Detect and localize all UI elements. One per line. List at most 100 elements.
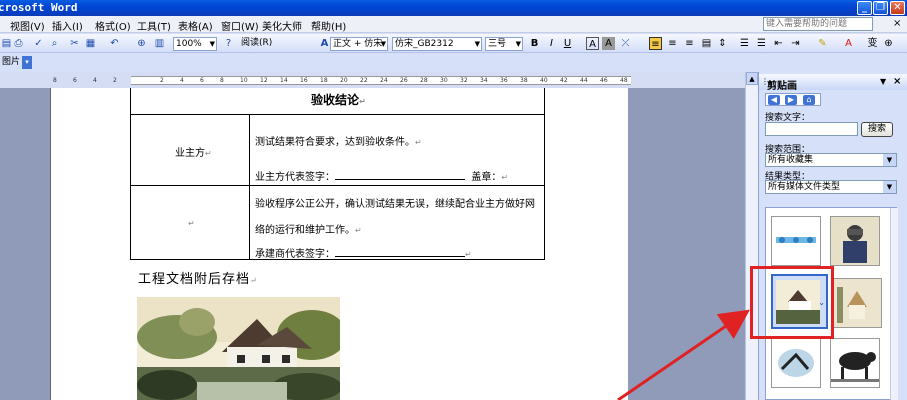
help-icon[interactable]: ? — [222, 37, 235, 50]
undo-icon[interactable]: ↶ — [108, 37, 121, 50]
clip-thumbnail[interactable] — [832, 278, 882, 328]
numbering-icon[interactable]: ☰ — [738, 37, 751, 50]
ruler-tick-label: 40 — [540, 77, 548, 84]
insert-hyperlink-icon[interactable]: ⊕ — [135, 37, 148, 50]
ruler-tick-label: 38 — [520, 77, 528, 84]
chevron-down-icon[interactable]: ▼ — [883, 154, 896, 166]
line-spacing-icon[interactable]: ⇕ — [716, 37, 729, 50]
tables-icon[interactable]: ▥ — [153, 37, 166, 50]
clip-thumbnail[interactable] — [771, 216, 821, 266]
table-title-text: 验收结论 — [311, 93, 360, 107]
ruler-tick-label: 8 — [220, 77, 224, 84]
row1-sign-label: 业主方代表签字： — [255, 172, 335, 183]
result-type-select[interactable]: 所有媒体文件类型 ▼ — [765, 180, 897, 194]
toolbar-options-icon[interactable]: ▾ — [22, 56, 32, 69]
menu-view[interactable]: 视图(V) — [10, 18, 45, 33]
row2-line2-text: 络的运行和维护工作。 — [255, 225, 355, 236]
menu-help[interactable]: 帮助(H) — [311, 18, 346, 33]
menu-table[interactable]: 表格(A) — [178, 18, 213, 33]
row2-line1-text: 验收程序公正公开，确认测试结果无误，继续配合业主方做好网 — [255, 199, 535, 210]
italic-button[interactable]: I — [545, 37, 558, 50]
justify-button[interactable]: ≡ — [649, 37, 662, 50]
cut-icon[interactable]: ✂ — [68, 37, 81, 50]
paragraph-mark: ↵ — [205, 149, 212, 158]
home-icon[interactable]: ⌂ — [803, 95, 815, 105]
font-size-select[interactable]: 三号 ▼ — [485, 37, 523, 51]
research-icon[interactable]: ⌕ — [48, 37, 61, 50]
spelling-icon[interactable]: ✓ — [32, 37, 45, 50]
picture-toolbar-label: 图片 — [2, 57, 21, 67]
align-center-icon[interactable]: ≡ — [666, 37, 679, 50]
print-preview-icon[interactable]: ⎙ — [12, 37, 25, 50]
menu-format[interactable]: 格式(O) — [95, 18, 131, 33]
task-pane-header: ⋮ 剪贴画 ▼ × — [759, 74, 907, 92]
style-select[interactable]: 正文 + 仿宋 ▼ — [330, 37, 388, 51]
char-border-button[interactable]: A — [586, 37, 599, 50]
ruler-tick-label: 48 — [620, 77, 628, 84]
back-icon[interactable]: ◀ — [768, 95, 780, 105]
bold-button[interactable]: B — [528, 37, 541, 50]
search-text-input[interactable] — [765, 122, 858, 136]
minimize-button[interactable]: _ — [857, 1, 872, 15]
row1-line1-text: 测试结果符合要求，达到验收条件。 — [255, 137, 415, 148]
row2-signature-line: 承建商代表签字： ↵ — [255, 245, 472, 260]
ruler-tick-label: 6 — [73, 77, 77, 84]
bullets-icon[interactable]: ☰ — [755, 37, 768, 50]
menu-insert[interactable]: 插入(I) — [52, 18, 83, 33]
reading-layout-button[interactable]: 阅读(R) — [241, 36, 272, 51]
ruler-tick-label: 2 — [160, 77, 164, 84]
menu-beautify[interactable]: 美化大师 — [262, 18, 302, 33]
search-scope-select[interactable]: 所有收藏集 ▼ — [765, 153, 897, 167]
menu-window[interactable]: 窗口(W) — [221, 18, 259, 33]
clip-thumbnail[interactable] — [830, 216, 880, 266]
search-button[interactable]: 搜索 — [861, 122, 893, 137]
chevron-down-icon[interactable]: ▼ — [883, 181, 896, 193]
font-select[interactable]: 仿宋_GB2312 ▼ — [392, 37, 482, 51]
align-right-icon[interactable]: ≡ — [683, 37, 696, 50]
font-value: 仿宋_GB2312 — [395, 39, 454, 49]
ruler-tick-label: 16 — [300, 77, 308, 84]
menu-bar: 视图(V) 插入(I) 格式(O) 工具(T) 表格(A) 窗口(W) 美化大师… — [0, 16, 907, 33]
inserted-house-picture[interactable] — [137, 297, 340, 400]
decrease-indent-icon[interactable]: ⇤ — [772, 37, 785, 50]
forward-icon[interactable]: ▶ — [785, 95, 797, 105]
zoom-select[interactable]: 100% ▼ — [173, 37, 217, 51]
signature-underline — [335, 170, 465, 180]
increase-indent-icon[interactable]: ⇥ — [789, 37, 802, 50]
task-pane-dropdown-icon[interactable]: ▼ — [880, 77, 886, 86]
char-shading-button[interactable]: A — [602, 37, 615, 50]
font-color-icon[interactable]: A — [842, 37, 855, 50]
menu-tools[interactable]: 工具(T) — [137, 18, 171, 33]
ruler-tick-label: 6 — [200, 77, 204, 84]
close-button[interactable]: ✕ — [890, 1, 905, 15]
help-search-input[interactable]: 键入需要帮助的问题 — [763, 17, 873, 31]
paragraph-mark: ↵ — [359, 97, 366, 106]
paragraph-mark: ↵ — [355, 226, 362, 235]
table-title: 验收结论↵ — [311, 91, 366, 108]
clip-thumbnail[interactable] — [830, 338, 880, 388]
clip-thumbnail[interactable] — [771, 338, 821, 388]
ruler-tick-label: 14 — [280, 77, 288, 84]
results-scrollbar[interactable] — [890, 208, 898, 400]
distributed-icon[interactable]: ▤ — [700, 37, 713, 50]
task-pane-close-icon[interactable]: × — [893, 76, 901, 87]
paste-icon[interactable]: ▦ — [84, 37, 97, 50]
change-case-icon[interactable]: 变 — [866, 37, 879, 50]
enclose-char-icon[interactable]: ⊕ — [882, 37, 895, 50]
ruler-tick-label: 44 — [580, 77, 588, 84]
scroll-up-button[interactable]: ▲ — [746, 72, 758, 85]
restore-button[interactable]: ❐ — [873, 1, 888, 15]
row2-line2: 络的运行和维护工作。↵ — [255, 221, 362, 236]
highlight-icon[interactable]: ✎ — [816, 37, 829, 50]
paragraph-mark: ↵ — [188, 219, 195, 228]
underline-button[interactable]: U — [561, 37, 574, 50]
section-heading: 工程文档附后存档↵ — [138, 268, 258, 287]
document-vertical-scrollbar[interactable]: ▲ — [745, 72, 758, 400]
clip-art-task-pane: ⋮ 剪贴画 ▼ × ◀ ▶ ⌂ 搜索文字： 搜索 搜索范围： 所有收藏集 ▼ 结果… — [758, 72, 907, 400]
ruler-tick-label: 36 — [500, 77, 508, 84]
char-scaling-icon[interactable]: ⤫ — [619, 37, 632, 50]
document-close-icon[interactable]: × — [893, 18, 901, 29]
ruler-tick-label: 20 — [340, 77, 348, 84]
style-value: 正文 + 仿宋 — [333, 39, 383, 49]
row2-empty-mark: ↵ — [188, 218, 195, 229]
